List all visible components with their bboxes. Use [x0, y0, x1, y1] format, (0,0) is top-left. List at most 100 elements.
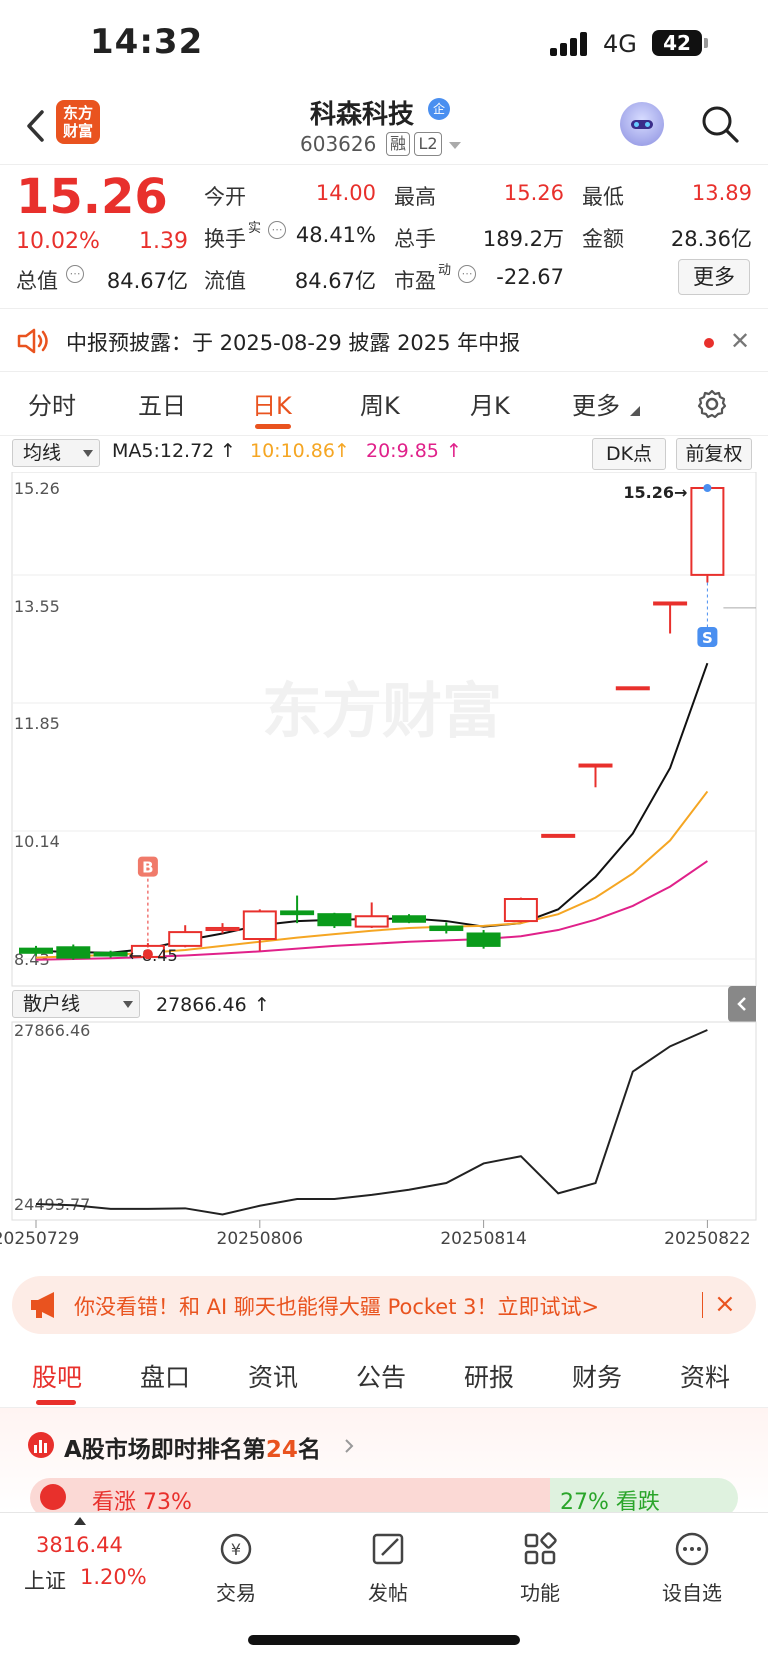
tab-more-caret-icon: [630, 406, 640, 416]
candle-body: [690, 487, 725, 576]
field-label: 总值: [16, 269, 58, 293]
nav-watchlist[interactable]: 设自选: [642, 1529, 742, 1606]
watermark: 东方财富: [262, 677, 502, 747]
x-axis-label: 20250814: [440, 1229, 527, 1249]
retail-line-chart[interactable]: 27866.46 24493.77 20250729 20250806 2025081…: [0, 1018, 768, 1256]
margin-tag: 融: [386, 132, 410, 156]
retail-indicator-bar: 散户线 27866.46 ↑: [0, 986, 768, 1022]
retail-value: 27866.46: [156, 994, 247, 1016]
ranking-text: A股市场即时排名第24名: [64, 1430, 321, 1464]
signal-icon: [550, 32, 590, 56]
field-label: 总手: [394, 227, 436, 251]
candle: [503, 897, 538, 923]
notice-text: 中报预披露：于 2025-08-29 披露 2025 年中报: [66, 331, 521, 355]
candle: [615, 686, 650, 691]
home-indicator: [248, 1635, 520, 1645]
dk-point-button[interactable]: DK点: [592, 438, 666, 470]
ma-indicator-bar: 均线 MA5:12.72 ↑ 10:10.86 ↑ 20:9.85 ↑ DK点 …: [0, 436, 768, 472]
candle: [429, 922, 464, 934]
candle-body: [392, 915, 426, 923]
index-name: 上证: [24, 1569, 66, 1593]
battery-icon: 42: [652, 30, 702, 56]
sell-marker-label: S: [702, 629, 713, 647]
speaker-icon: [17, 328, 48, 354]
search-icon[interactable]: [700, 104, 740, 144]
candle: [317, 912, 352, 928]
field-value: 13.89: [691, 181, 752, 205]
ma10-value: 10:10.86: [250, 440, 335, 462]
status-bar: 14:32 4G 42: [0, 0, 768, 88]
candle-body: [168, 931, 203, 947]
app-logo[interactable]: 东方财富: [56, 100, 100, 144]
ma20-arrow-icon: ↑: [446, 440, 462, 462]
field-label: 市盈: [394, 269, 436, 293]
retail-line: [35, 1029, 708, 1216]
active-tab-indicator: [255, 424, 291, 429]
nav-post[interactable]: 发帖: [338, 1529, 438, 1606]
network-type: 4G: [603, 30, 637, 58]
nav-functions[interactable]: 功能: [490, 1529, 590, 1606]
kline-chart[interactable]: 东方财富 15.26 13.55 11.85 10.14 8.43 15.26→ ←8.4…: [0, 471, 768, 988]
field-label: 最低: [582, 185, 624, 209]
notice-bar[interactable]: 中报预披露：于 2025-08-29 披露 2025 年中报 ✕: [0, 308, 768, 372]
field-label: 流值: [204, 269, 246, 293]
close-icon[interactable]: ✕: [730, 327, 750, 355]
tab-intraday[interactable]: 分时: [28, 386, 76, 421]
index-change: 1.20%: [80, 1565, 147, 1589]
tab-news[interactable]: 资讯: [248, 1358, 298, 1394]
edit-icon: [372, 1533, 404, 1565]
tab-monthly-k[interactable]: 月K: [470, 386, 510, 421]
field-sup: 实: [248, 221, 262, 236]
sub-indicator-select[interactable]: 散户线: [12, 990, 140, 1018]
tab-profile[interactable]: 资料: [680, 1358, 730, 1394]
tab-daily-k[interactable]: 日K: [252, 386, 292, 421]
field-value: 15.26: [503, 181, 564, 205]
candle: [690, 487, 725, 583]
promo-text: 你没看错！和 AI 聊天也能得大疆 Pocket 3！立即试试>: [74, 1295, 600, 1319]
candle-body: [19, 947, 53, 954]
bar-chart-icon: [28, 1432, 54, 1458]
field-label: 今开: [204, 185, 246, 209]
tab-forum[interactable]: 股吧: [32, 1358, 82, 1394]
nav-trade[interactable]: ¥ 交易: [186, 1529, 286, 1606]
ma5-value: MA5:12.72: [112, 440, 215, 462]
tab-announcements[interactable]: 公告: [356, 1358, 406, 1394]
collapse-panel-button[interactable]: [728, 986, 756, 1022]
change-percent: 10.02%: [16, 229, 100, 254]
ma10-arrow-icon: ↑: [334, 440, 350, 462]
close-icon[interactable]: ×: [714, 1289, 736, 1319]
indicator-select[interactable]: 均线: [12, 439, 100, 467]
market-ranking[interactable]: A股市场即时排名第24名 看涨 73% 27% 看跌: [0, 1408, 768, 1518]
retail-arrow-icon: ↑: [254, 994, 270, 1016]
dk-point-label: DK点: [605, 443, 653, 465]
dropdown-caret-icon[interactable]: [448, 140, 462, 150]
buy-marker-dot: [142, 949, 153, 960]
x-axis-label: 20250806: [217, 1229, 304, 1249]
candle: [56, 944, 91, 960]
promo-divider: [702, 1292, 703, 1318]
candle: [578, 763, 613, 788]
candle: [168, 925, 203, 948]
sub-indicator-label: 散户线: [23, 993, 81, 1015]
stock-header: 东方财富 科森科技 企 603626 融 L2: [0, 88, 768, 164]
more-button[interactable]: 更多: [678, 259, 750, 295]
field-value: 14.00: [315, 181, 376, 205]
tab-more[interactable]: 更多: [572, 386, 620, 421]
current-price: 15.26: [16, 169, 168, 225]
forward-adjust-button[interactable]: 前复权: [676, 438, 752, 470]
promo-banner[interactable]: 你没看错！和 AI 聊天也能得大疆 Pocket 3！立即试试> ×: [12, 1276, 756, 1334]
tab-five-day[interactable]: 五日: [138, 386, 186, 421]
field-label: 换手: [204, 227, 246, 251]
low-price-marker: ←8.45: [129, 946, 178, 965]
tab-weekly-k[interactable]: 周K: [360, 386, 400, 421]
caret-up-icon: [74, 1517, 86, 1525]
ai-assistant-avatar[interactable]: [620, 102, 664, 146]
field-value: -22.67: [496, 265, 564, 289]
tab-finance[interactable]: 财务: [572, 1358, 622, 1394]
info-icon[interactable]: ⋯: [66, 265, 84, 283]
tab-research[interactable]: 研报: [464, 1358, 514, 1394]
up-arrow-icon: [40, 1484, 66, 1510]
gear-icon[interactable]: [696, 388, 728, 420]
back-arrow-icon[interactable]: [22, 106, 52, 146]
tab-order-book[interactable]: 盘口: [140, 1358, 190, 1394]
